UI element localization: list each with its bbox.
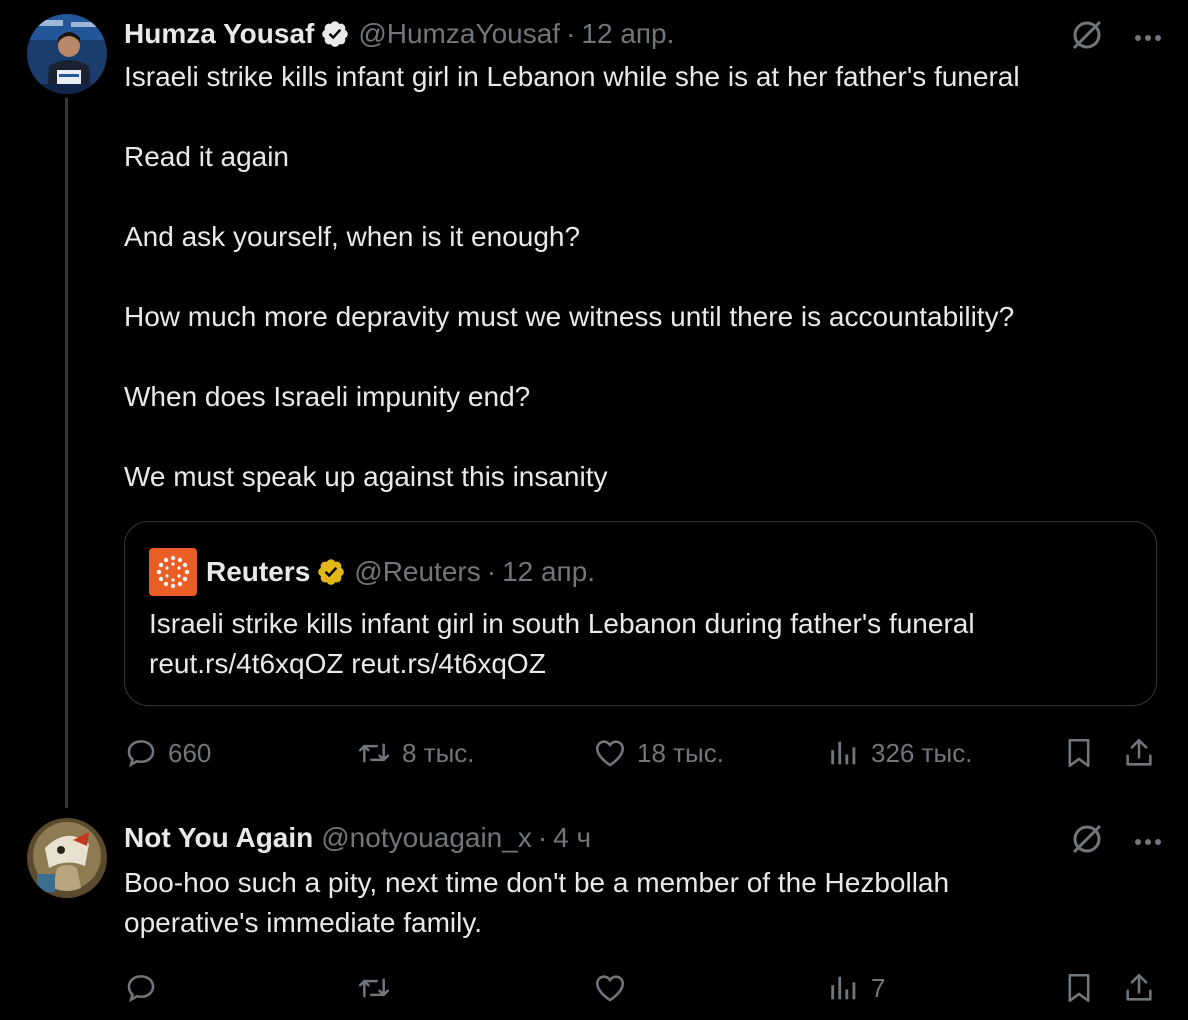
reply-action-bar: 7 (124, 966, 1164, 1010)
share-icon (1126, 738, 1152, 766)
reply-button[interactable] (124, 966, 158, 1010)
quoted-separator-dot: · (486, 556, 497, 587)
like-count: 18 тыс. (637, 737, 724, 768)
bookmark-button[interactable] (1062, 966, 1096, 1010)
bookmark-button[interactable] (1062, 731, 1096, 775)
bookmark-icon (1068, 973, 1090, 1003)
tweet-action-bar: 660 8 тыс. 18 тыс. 326 тыс. (124, 731, 1164, 775)
reply-author-name[interactable]: Not You Again (124, 822, 313, 854)
quoted-tweet-header: Reuters @Reuters · 12 апр. (206, 552, 595, 592)
thread-connector-line (65, 98, 68, 808)
more-icon[interactable] (1134, 833, 1162, 851)
views-icon (831, 741, 856, 765)
reply-time[interactable]: 4 ч (553, 822, 591, 854)
author-handle[interactable]: @HumzaYousaf (358, 18, 560, 50)
tweet-top-icons (1070, 18, 1162, 57)
share-icon (1126, 973, 1152, 1001)
reply-icon (127, 740, 155, 768)
reply-header: Not You Again @notyouagain_x · 4 ч (124, 818, 591, 858)
bookmark-icon (1068, 738, 1090, 768)
like-button[interactable]: 18 тыс. (593, 731, 724, 775)
reply-button[interactable]: 660 (124, 731, 211, 775)
reply-body: Boo-hoo such a pity, next time don't be … (124, 867, 950, 938)
grok-icon[interactable] (1070, 18, 1104, 57)
reuters-logo (149, 548, 197, 596)
reply-top-icons (1070, 822, 1162, 861)
verified-badge-icon (320, 19, 350, 49)
reply-icon (127, 975, 155, 1003)
view-count: 7 (871, 972, 886, 1003)
tweet-body: Israeli strike kills infant girl in Leba… (124, 61, 1020, 492)
quoted-author-handle[interactable]: @Reuters (354, 556, 480, 588)
like-icon (595, 740, 625, 767)
gold-verified-badge-icon (316, 557, 346, 587)
share-button[interactable] (1122, 731, 1156, 775)
tweet-time[interactable]: 12 апр. (581, 18, 674, 50)
like-icon (595, 975, 625, 1002)
repost-count: 8 тыс. (402, 737, 475, 768)
repost-icon (358, 978, 390, 998)
reply-separator-dot: · (537, 822, 548, 853)
author-name[interactable]: Humza Yousaf (124, 18, 314, 50)
views-button[interactable]: 326 тыс. (827, 731, 972, 775)
quoted-tweet-card[interactable]: Reuters @Reuters · 12 апр. Israeli strik… (124, 521, 1157, 706)
repost-icon (358, 743, 390, 763)
quoted-tweet-time[interactable]: 12 апр. (502, 556, 595, 588)
views-icon (831, 976, 856, 1000)
quoted-tweet-body: Israeli strike kills infant girl in sout… (149, 608, 975, 679)
grok-icon[interactable] (1070, 822, 1104, 861)
repost-button[interactable]: 8 тыс. (356, 731, 475, 775)
avatar-humza-yousaf[interactable] (27, 14, 107, 94)
repost-button[interactable] (356, 966, 392, 1010)
more-icon[interactable] (1134, 29, 1162, 47)
reply-count: 660 (168, 737, 212, 768)
tweet-header: Humza Yousaf @HumzaYousaf · 12 апр. (124, 14, 674, 54)
views-button[interactable]: 7 (827, 966, 885, 1010)
like-button[interactable] (593, 966, 627, 1010)
separator-dot: · (566, 18, 576, 49)
quoted-author-name[interactable]: Reuters (206, 556, 310, 588)
share-button[interactable] (1122, 966, 1156, 1010)
avatar-not-you-again[interactable] (27, 818, 107, 898)
view-count: 326 тыс. (871, 737, 973, 768)
reply-author-handle[interactable]: @notyouagain_x (321, 822, 532, 854)
